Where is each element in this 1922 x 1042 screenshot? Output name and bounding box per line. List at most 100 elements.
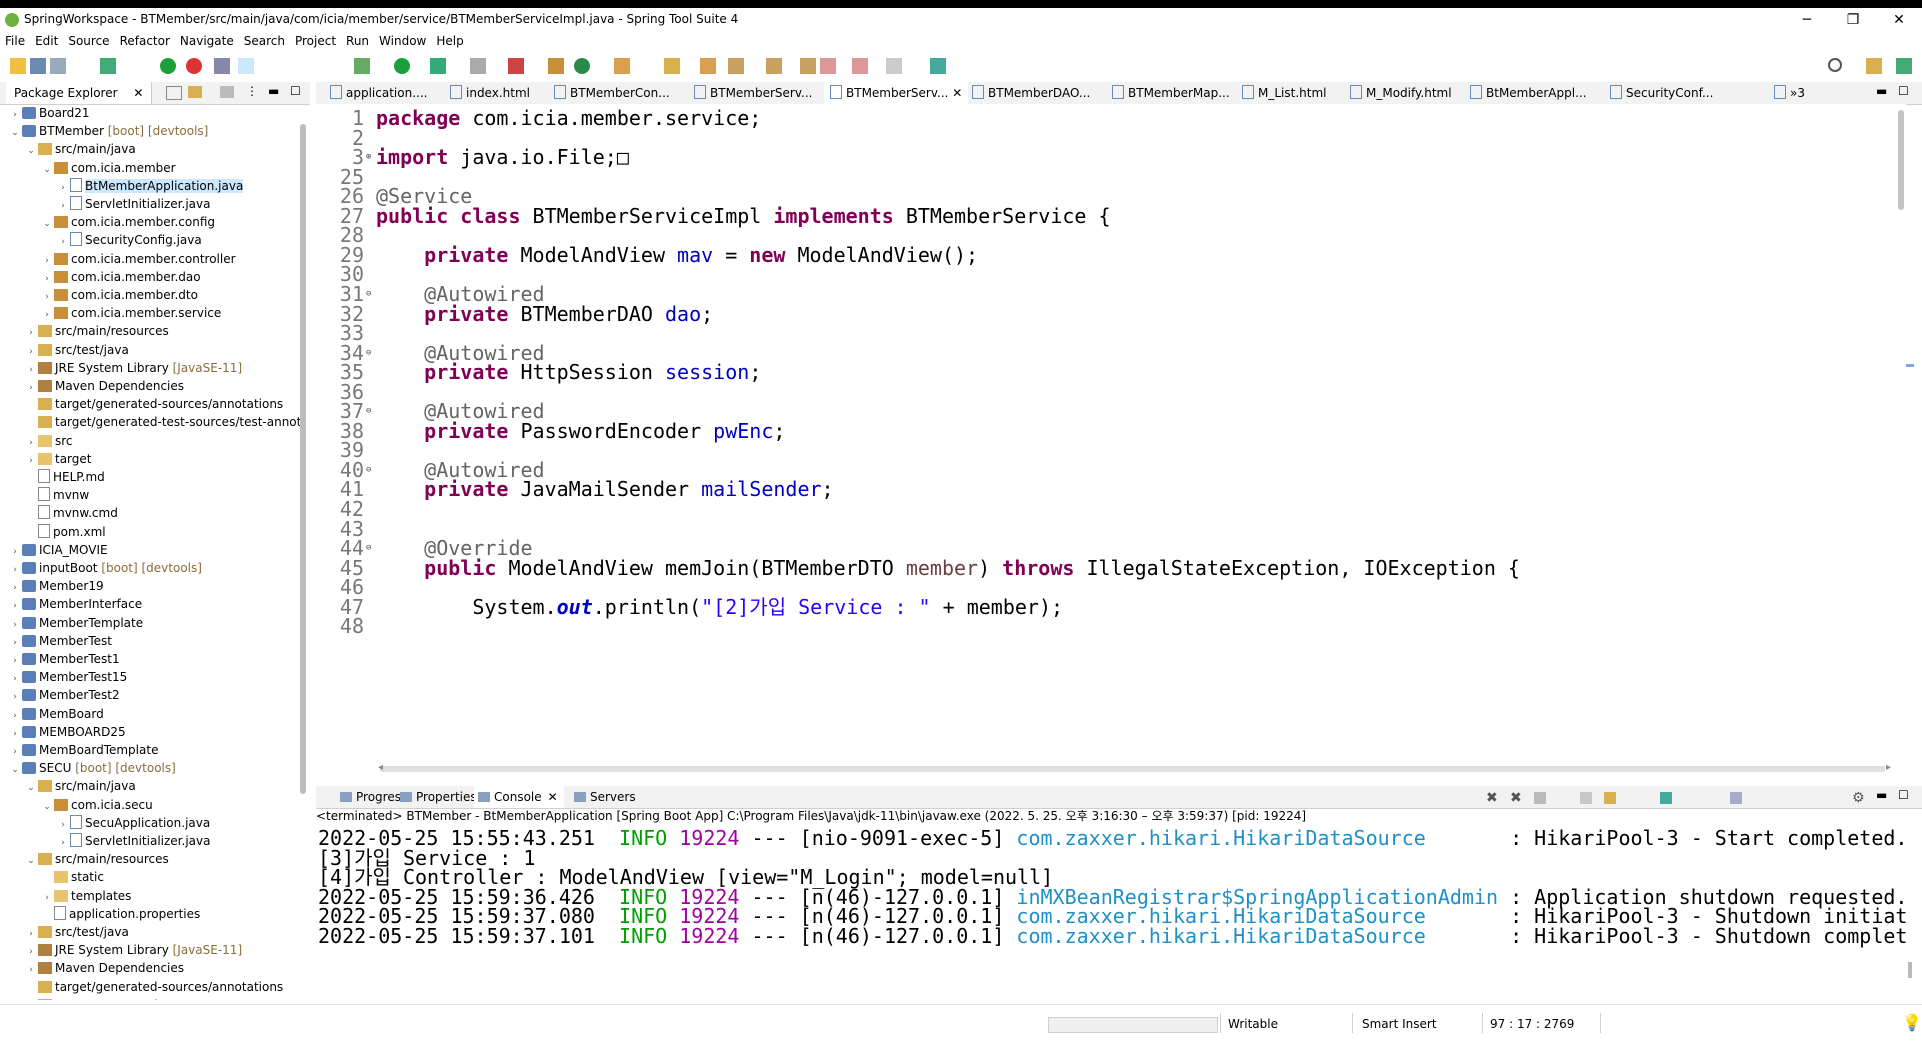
open-perspective-icon[interactable]	[1866, 58, 1882, 74]
search-icon[interactable]	[1828, 58, 1842, 72]
menu-refactor[interactable]: Refactor	[115, 32, 175, 50]
tree-item[interactable]: ⌄ src/main/resources	[24, 850, 169, 868]
menu-project[interactable]: Project	[290, 32, 341, 50]
tree-item[interactable]: HELP.md	[24, 468, 105, 486]
console-minimize-icon[interactable]: ▬	[1876, 788, 1887, 802]
close-button[interactable]: ✕	[1876, 8, 1922, 32]
search-toolbar-icon[interactable]	[664, 58, 680, 74]
run-icon[interactable]	[394, 58, 410, 74]
tree-item[interactable]: › MemberTest15	[8, 668, 127, 686]
menu-run[interactable]: Run	[341, 32, 374, 50]
editor-tab[interactable]: application....	[324, 82, 427, 104]
menu-window[interactable]: Window	[374, 32, 431, 50]
view-menu-icon[interactable]: ⋮	[246, 84, 258, 98]
collapse-all-icon[interactable]	[166, 86, 182, 100]
editor-tab[interactable]: BTMemberCon...	[548, 82, 670, 104]
open-console-icon[interactable]	[1730, 792, 1742, 804]
tree-item[interactable]: › SecurityConfig.java	[56, 231, 202, 249]
tree-item[interactable]: › inputBoot [boot] [devtools]	[8, 559, 202, 577]
console-scrollbar[interactable]	[1908, 962, 1912, 978]
tree-item[interactable]: › MemberTest	[8, 632, 112, 650]
maximize-view-icon[interactable]: ☐	[290, 84, 301, 98]
editor-tab[interactable]: SecurityConf...	[1604, 82, 1713, 104]
editor-tab[interactable]: M_List.html	[1236, 82, 1326, 104]
tree-item[interactable]: ⌄ com.icia.secu	[40, 796, 153, 814]
debug-icon[interactable]	[354, 58, 370, 74]
editor-tab[interactable]: BTMemberDAO...	[966, 82, 1090, 104]
toggle-mark-icon[interactable]	[238, 58, 254, 74]
menu-source[interactable]: Source	[63, 32, 114, 50]
terminal-icon[interactable]	[100, 58, 116, 74]
tab-package-explorer[interactable]: Package Explorer ✕	[6, 82, 153, 104]
tree-item[interactable]: mvnw	[24, 486, 89, 504]
prev-annotation-icon[interactable]	[766, 58, 782, 74]
editor-horizontal-scrollbar[interactable]	[380, 766, 1885, 772]
close-tab-icon[interactable]: ✕	[548, 790, 558, 804]
tree-item[interactable]: › MemberTest1	[8, 650, 119, 668]
expand-toggle-icon[interactable]: ⌄	[24, 779, 38, 797]
new-java-package-icon[interactable]	[548, 58, 564, 74]
pin-editor-icon[interactable]	[930, 58, 946, 74]
tree-item[interactable]: pom.xml	[24, 523, 106, 541]
tree-item[interactable]: ⌄ SECU [boot] [devtools]	[8, 759, 176, 777]
minimize-button[interactable]: ─	[1784, 8, 1830, 32]
save-all-icon[interactable]	[50, 58, 66, 74]
next-annotation-icon[interactable]	[728, 58, 744, 74]
tree-item[interactable]: › BtMemberApplication.java	[56, 177, 244, 195]
tree-item[interactable]: › MEMBOARD25	[8, 723, 125, 741]
tree-item[interactable]: ⌄ BTMember [boot] [devtools]	[8, 122, 208, 140]
editor-tab[interactable]: BTMemberMap...	[1106, 82, 1230, 104]
tree-item[interactable]: › ServletInitializer.java	[56, 832, 210, 850]
expand-toggle-icon[interactable]: ⌄	[24, 142, 38, 160]
expand-toggle-icon[interactable]: ⌄	[8, 761, 22, 779]
editor-tab[interactable]: BtMemberAppl...	[1464, 82, 1587, 104]
close-icon[interactable]: ✕	[133, 86, 143, 100]
tree-item[interactable]: › Member19	[8, 577, 103, 595]
scroll-left-icon[interactable]: ◂	[378, 762, 383, 773]
scroll-lock-icon[interactable]	[1604, 792, 1616, 804]
tree-item[interactable]: static	[40, 868, 104, 886]
tree-item[interactable]: › com.icia.member.dao	[40, 268, 200, 286]
editor-tab[interactable]: BTMemberServ...	[688, 82, 812, 104]
filter-icon[interactable]	[220, 86, 234, 98]
tree-item[interactable]: › JRE System Library [JavaSE-11]	[24, 359, 242, 377]
tree-item[interactable]: target/generated-test-sources/test-annot…	[24, 996, 300, 1000]
minimize-view-icon[interactable]: ▬	[268, 84, 279, 98]
tree-item[interactable]: › com.icia.member.service	[40, 304, 221, 322]
code-line[interactable]: 48	[316, 614, 1896, 638]
editor-tab[interactable]: »3	[1768, 82, 1805, 104]
tree-item[interactable]: application.properties	[40, 905, 200, 923]
stop-icon[interactable]	[470, 58, 486, 74]
lightbulb-icon[interactable]: 💡	[1902, 1013, 1922, 1032]
editor-tab[interactable]: BTMemberServ... ✕	[824, 82, 969, 104]
view-tab[interactable]: Console ✕	[474, 786, 564, 808]
relaunch-icon[interactable]	[186, 58, 202, 74]
console-output[interactable]: 2022-05-25 15:55:43.251 INFO 19224 --- […	[316, 826, 1906, 996]
view-tab[interactable]: Properties	[396, 786, 483, 808]
forward-icon[interactable]	[886, 58, 902, 74]
tree-item[interactable]: › SecuApplication.java	[56, 814, 210, 832]
open-type-icon[interactable]	[614, 58, 630, 74]
tree-item[interactable]: › Board21	[8, 104, 89, 122]
view-tab[interactable]: Servers	[570, 786, 642, 808]
tree-item[interactable]: › Maven Dependencies	[24, 377, 184, 395]
skip-breakpoints-icon[interactable]	[214, 58, 230, 74]
back-icon[interactable]	[820, 58, 836, 74]
open-task-icon[interactable]	[700, 58, 716, 74]
tree-item[interactable]: › ICIA_MOVIE	[8, 541, 107, 559]
editor-tab[interactable]: M_Modify.html	[1344, 82, 1452, 104]
console-maximize-icon[interactable]: ☐	[1898, 788, 1909, 802]
tree-item[interactable]: › JRE System Library [JavaSE-11]	[24, 941, 242, 959]
tree-item[interactable]: mvnw.cmd	[24, 504, 118, 522]
history-back-icon[interactable]	[852, 58, 868, 74]
tree-item[interactable]: ⌄ src/main/java	[24, 140, 136, 158]
menu-help[interactable]: Help	[431, 32, 468, 50]
expand-toggle-icon[interactable]: ⌄	[8, 124, 22, 142]
tree-item[interactable]: ⌄ com.icia.member.config	[40, 213, 215, 231]
expand-toggle-icon[interactable]: ⌄	[40, 161, 54, 179]
tree-item[interactable]: ⌄ com.icia.member	[40, 159, 175, 179]
editor-scrollbar[interactable]	[1898, 110, 1904, 210]
expand-toggle-icon[interactable]: ⌄	[24, 852, 38, 870]
menu-navigate[interactable]: Navigate	[175, 32, 239, 50]
console-clear-icon[interactable]	[1580, 792, 1592, 804]
